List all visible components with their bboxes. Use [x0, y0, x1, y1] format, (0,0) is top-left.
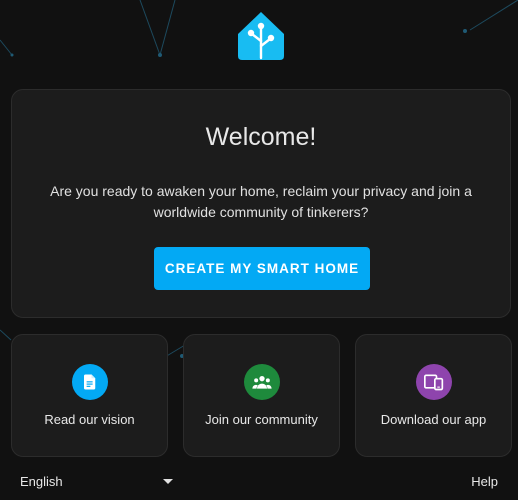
language-select-value: English: [20, 474, 63, 489]
chevron-down-icon: [163, 479, 173, 484]
welcome-description: Are you ready to awaken your home, recla…: [50, 183, 472, 220]
welcome-card: Welcome! Are you ready to awaken your ho…: [11, 89, 511, 318]
document-icon: [72, 364, 108, 400]
download-our-app-card[interactable]: Download our app: [355, 334, 512, 457]
join-our-community-label: Join our community: [205, 412, 318, 427]
create-my-smart-home-button[interactable]: CREATE MY SMART HOME: [154, 247, 370, 290]
devices-icon: [416, 364, 452, 400]
language-select[interactable]: English: [20, 474, 176, 492]
read-our-vision-card[interactable]: Read our vision: [11, 334, 168, 457]
welcome-title: Welcome!: [205, 123, 317, 151]
read-our-vision-label: Read our vision: [44, 412, 135, 427]
community-icon: [244, 364, 280, 400]
join-our-community-card[interactable]: Join our community: [183, 334, 340, 457]
help-link[interactable]: Help: [471, 474, 498, 489]
footer: English Help: [0, 466, 518, 500]
download-our-app-label: Download our app: [380, 412, 487, 427]
home-assistant-logo: [238, 12, 284, 60]
